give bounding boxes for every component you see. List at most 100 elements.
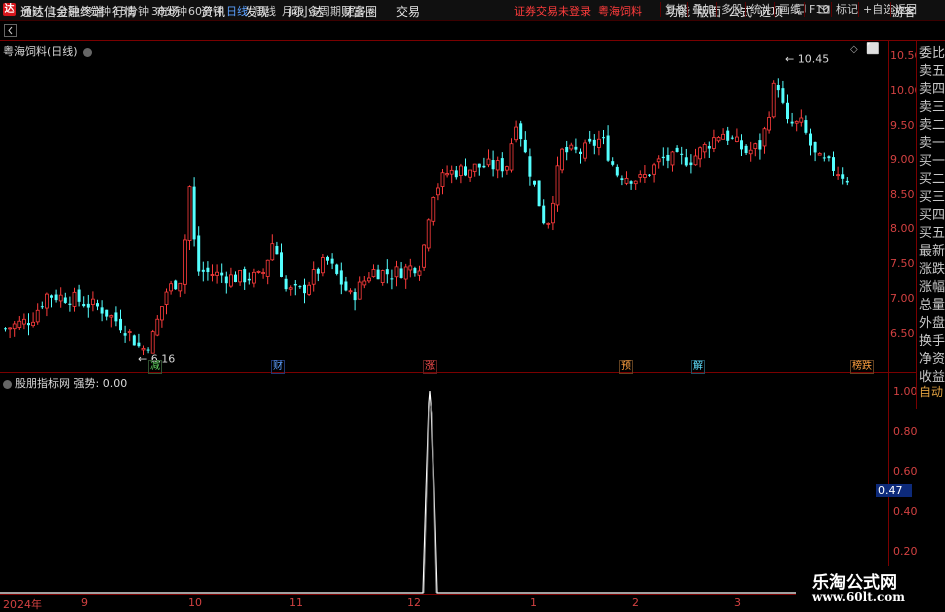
candle: [528, 148, 532, 186]
auto-button[interactable]: 自动: [917, 383, 945, 402]
period-more[interactable]: 更多 ›: [344, 3, 374, 19]
candle: [215, 264, 220, 284]
candle: [35, 303, 40, 325]
side-item-latest[interactable]: 最新: [919, 243, 945, 261]
period-15min[interactable]: 15分钟: [113, 3, 149, 19]
candle: [417, 265, 422, 281]
candle: [86, 294, 90, 318]
side-item-sell3[interactable]: 卖三: [919, 99, 945, 117]
candle: [643, 165, 647, 184]
candle: [362, 275, 367, 289]
event-tag-reduce[interactable]: 减: [148, 360, 162, 374]
candle: [542, 199, 546, 225]
candle: [698, 146, 702, 168]
side-item-change[interactable]: 涨跌: [919, 261, 945, 279]
candle: [602, 130, 605, 145]
tool-add-watchlist[interactable]: +自选: [858, 2, 894, 17]
candle: [307, 281, 312, 297]
period-multi[interactable]: 多周期: [308, 3, 341, 19]
candle: [27, 313, 30, 336]
side-item-buy1[interactable]: 买一: [919, 153, 945, 171]
candle: [376, 264, 380, 280]
candle: [8, 327, 13, 339]
candle: [21, 313, 26, 330]
candle: [555, 156, 560, 212]
side-item-sell4[interactable]: 卖四: [919, 81, 945, 99]
side-item-buy5[interactable]: 买五: [919, 225, 945, 243]
candle: [565, 140, 569, 161]
trade-login-notice[interactable]: 证券交易未登录 粤海饲料: [514, 3, 642, 19]
event-tag-forecast[interactable]: 预: [619, 360, 633, 374]
candle: [353, 288, 357, 311]
candle: [648, 173, 651, 177]
candle: [201, 261, 205, 282]
candlestick-chart[interactable]: ← 10.45← 6.16: [0, 40, 888, 373]
side-item-buy3[interactable]: 买三: [919, 189, 945, 207]
period-weekly[interactable]: 周线: [254, 3, 276, 19]
tool-biaoji[interactable]: 标记: [831, 2, 858, 17]
collapse-icon[interactable]: [4, 24, 17, 37]
side-item-turnover[interactable]: 换手: [919, 333, 945, 351]
candle: [606, 125, 610, 162]
period-1min[interactable]: 1分钟: [50, 3, 79, 19]
side-item-outer[interactable]: 外盘: [919, 315, 945, 333]
event-tag-unlock[interactable]: 解: [691, 360, 705, 374]
candle: [316, 267, 320, 282]
candle: [588, 130, 592, 144]
candle: [712, 129, 716, 153]
candle: [702, 142, 707, 159]
side-item-change-pct[interactable]: 涨幅: [919, 279, 945, 297]
candle: [243, 266, 247, 290]
menu-jiaoyi[interactable]: 交易: [396, 3, 420, 20]
period-5min[interactable]: 5分钟: [82, 3, 111, 19]
tool-tongji[interactable]: 统计: [745, 2, 772, 17]
side-item-sell2[interactable]: 卖二: [919, 117, 945, 135]
period-monthly[interactable]: 月线: [282, 3, 304, 19]
candle: [790, 112, 794, 127]
period-daily[interactable]: 日线: [226, 3, 248, 19]
candle: [31, 312, 36, 328]
side-item-buy4[interactable]: 买四: [919, 207, 945, 225]
candle: [394, 260, 399, 287]
indicator-chart[interactable]: [0, 373, 888, 595]
candle: [454, 166, 458, 180]
event-tag-finance[interactable]: 财: [271, 360, 285, 374]
event-tag-rise[interactable]: 涨: [423, 360, 437, 374]
tool-back[interactable]: 返回: [890, 2, 917, 17]
tool-duogu[interactable]: 多股: [716, 2, 743, 17]
candle: [335, 263, 339, 276]
candle: [159, 306, 164, 328]
candle: [261, 268, 266, 279]
candle: [693, 148, 698, 166]
app-logo-icon: 达: [3, 3, 16, 16]
indicator-tick: 1.00: [893, 385, 918, 398]
side-item-sell5[interactable]: 卖五: [919, 63, 945, 81]
candle: [197, 226, 201, 276]
tool-f10[interactable]: F10: [804, 2, 829, 17]
period-60min[interactable]: 60分钟: [188, 3, 224, 19]
notice-stock: 粤海饲料: [598, 5, 642, 18]
candle: [114, 306, 118, 327]
side-item-net-assets[interactable]: 净资: [919, 351, 945, 369]
period-fenshi[interactable]: 分时: [21, 3, 43, 19]
tool-fuquan[interactable]: 复权: [660, 2, 687, 17]
tool-huaxian[interactable]: 画线: [774, 2, 801, 17]
side-item-buy2[interactable]: 买二: [919, 171, 945, 189]
event-tag-list-drop[interactable]: 榜跌: [850, 360, 874, 374]
x-tick: 1: [530, 596, 537, 609]
x-tick: 11: [289, 596, 303, 609]
side-item-sell1[interactable]: 卖一: [919, 135, 945, 153]
side-item-volume[interactable]: 总量: [919, 297, 945, 315]
candle: [776, 78, 780, 98]
side-item-weibi[interactable]: 委比: [919, 45, 945, 63]
candle: [210, 264, 215, 282]
tool-diejia[interactable]: 叠加: [687, 2, 714, 17]
indicator-line: [0, 390, 888, 594]
candle: [275, 241, 279, 255]
period-30min[interactable]: 30分钟: [151, 3, 187, 19]
indicator-tick: 0.60: [893, 465, 918, 478]
candle: [123, 325, 127, 343]
candle: [77, 284, 81, 307]
candle: [303, 278, 306, 304]
candle: [238, 269, 243, 286]
